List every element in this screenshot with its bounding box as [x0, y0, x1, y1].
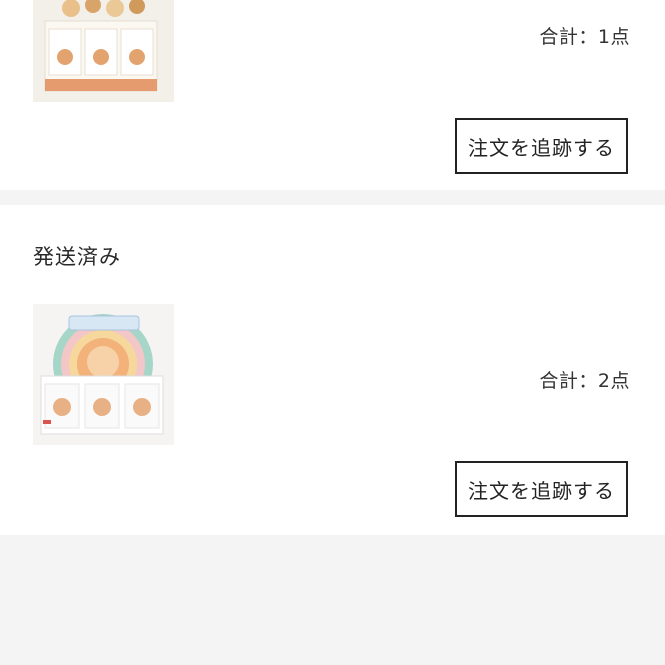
order-card: 発送済み 合計：2点 注文を追跡する [0, 205, 665, 535]
product-image-blind-box-rainbow [33, 304, 174, 445]
order-total: 合計：2点 [539, 370, 630, 392]
product-thumbnail[interactable] [33, 304, 174, 445]
order-card: 合計：1点 注文を追跡する [0, 0, 665, 190]
track-order-button[interactable]: 注文を追跡する [455, 461, 628, 517]
order-status: 発送済み [33, 245, 121, 269]
track-order-button[interactable]: 注文を追跡する [455, 118, 628, 174]
product-thumbnail[interactable] [33, 0, 174, 102]
order-total: 合計：1点 [539, 26, 630, 48]
product-image-blind-box-cream [33, 0, 174, 102]
